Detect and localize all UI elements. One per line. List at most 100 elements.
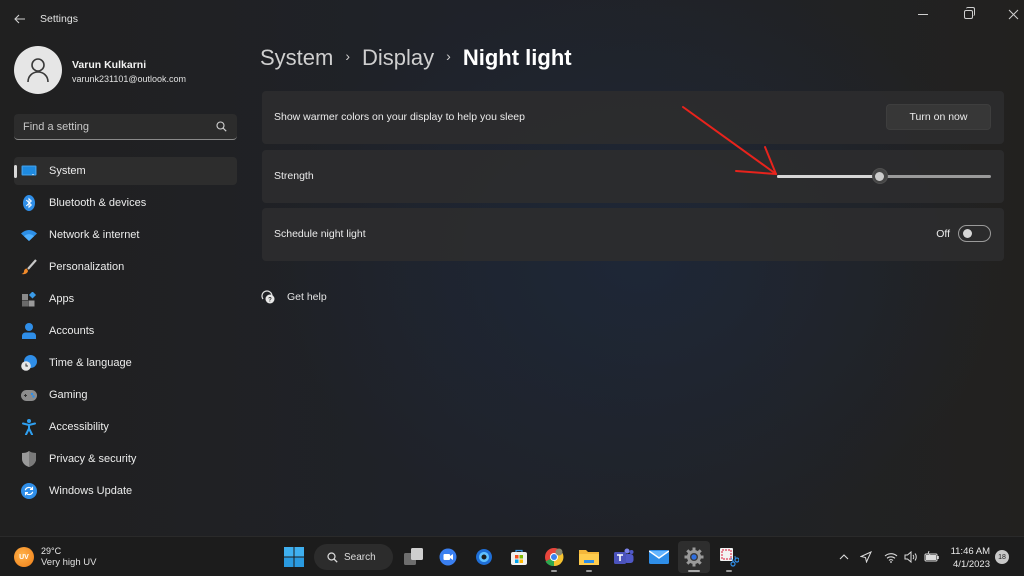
sidebar-item-accessibility[interactable]: Accessibility	[14, 413, 237, 441]
search-icon	[327, 551, 338, 563]
sidebar-item-gaming[interactable]: Gaming	[14, 381, 237, 409]
close-button[interactable]	[990, 0, 1024, 28]
teams-app[interactable]	[608, 541, 640, 573]
schedule-card: Schedule night light Off	[262, 208, 1004, 261]
chevron-up-icon	[839, 554, 849, 560]
notification-badge[interactable]: 18	[995, 550, 1009, 564]
sidebar-item-label: Apps	[49, 293, 75, 305]
sidebar-item-bluetooth[interactable]: Bluetooth & devices	[14, 189, 237, 217]
sidebar-item-label: System	[49, 165, 86, 177]
location-indicator[interactable]	[857, 537, 875, 576]
chevron-right-icon: ›	[446, 48, 451, 64]
search-icon[interactable]	[216, 121, 227, 132]
svg-text:?: ?	[268, 297, 272, 303]
close-icon	[1008, 9, 1018, 19]
battery-button[interactable]	[922, 537, 942, 576]
running-indicator	[586, 570, 592, 572]
task-view-icon	[404, 548, 423, 565]
sidebar-item-personalization[interactable]: Personalization	[14, 253, 237, 281]
clock-date: 4/1/2023	[953, 559, 990, 570]
show-hidden-icons-button[interactable]	[836, 537, 852, 576]
copilot-app[interactable]	[468, 541, 500, 573]
sidebar-item-label: Time & language	[49, 357, 132, 369]
sidebar-item-system[interactable]: System	[14, 157, 237, 185]
find-setting-search[interactable]	[14, 114, 237, 140]
copilot-icon	[476, 549, 493, 565]
weather-temp: 29°C	[41, 546, 62, 556]
chrome-app[interactable]	[538, 541, 570, 573]
breadcrumb: System › Display › Night light	[260, 45, 572, 71]
clock-globe-icon	[21, 355, 37, 371]
strength-slider[interactable]	[777, 168, 991, 184]
person-icon	[21, 323, 37, 339]
start-button[interactable]	[278, 541, 310, 573]
windows-icon	[284, 547, 304, 567]
volume-button[interactable]	[902, 537, 920, 576]
chevron-right-icon: ›	[345, 48, 351, 64]
sidebar-item-privacy-security[interactable]: Privacy & security	[14, 445, 237, 473]
active-indicator	[688, 570, 700, 572]
search-input[interactable]	[14, 114, 237, 139]
breadcrumb-system[interactable]: System	[260, 45, 333, 71]
back-arrow-icon	[14, 14, 25, 24]
gamepad-icon	[21, 387, 37, 403]
restore-button[interactable]	[945, 0, 991, 28]
accessibility-icon	[21, 419, 37, 435]
search-label: Search	[344, 551, 376, 563]
user-email: varunk231101@outlook.com	[72, 74, 187, 84]
uv-sun-icon: UV	[14, 547, 34, 567]
schedule-toggle[interactable]	[958, 225, 991, 242]
shield-icon	[21, 451, 37, 467]
store-app[interactable]	[503, 541, 535, 573]
mail-icon	[649, 550, 669, 564]
clock[interactable]: 11:46 AM 4/1/2023	[950, 545, 990, 571]
file-explorer-app[interactable]	[573, 541, 605, 573]
sidebar-item-network[interactable]: Network & internet	[14, 221, 237, 249]
night-light-description: Show warmer colors on your display to he…	[274, 111, 525, 123]
minimize-icon	[918, 13, 928, 15]
wifi-icon	[21, 227, 37, 243]
restore-icon	[963, 6, 975, 19]
teams-icon	[614, 548, 634, 564]
update-icon	[21, 483, 37, 499]
title-bar: Settings	[0, 0, 1024, 38]
wifi-icon	[884, 552, 898, 563]
taskbar-search[interactable]: Search	[314, 544, 393, 570]
slider-thumb[interactable]	[871, 168, 888, 184]
location-arrow-icon	[860, 551, 872, 563]
taskbar: UV 29°C Very high UV Search 11:46 AM 4/1…	[0, 536, 1024, 576]
running-indicator	[726, 570, 732, 572]
sidebar-item-accounts[interactable]: Accounts	[14, 317, 237, 345]
person-outline-icon	[27, 58, 49, 83]
sidebar-item-label: Privacy & security	[49, 453, 137, 465]
monitor-icon	[21, 163, 37, 179]
avatar[interactable]	[14, 46, 62, 94]
settings-app[interactable]	[678, 541, 710, 573]
breadcrumb-display[interactable]: Display	[362, 45, 434, 71]
task-view-button[interactable]	[398, 541, 430, 573]
sidebar-item-apps[interactable]: Apps	[14, 285, 237, 313]
strength-label: Strength	[274, 170, 314, 182]
snipping-tool-app[interactable]	[713, 541, 745, 573]
meet-app[interactable]	[432, 541, 464, 573]
network-button[interactable]	[882, 537, 900, 576]
folder-icon	[579, 550, 599, 565]
night-light-card: Show warmer colors on your display to he…	[262, 91, 1004, 144]
minimize-button[interactable]	[900, 0, 946, 28]
help-chat-icon: ?	[261, 290, 275, 304]
gear-icon	[684, 547, 704, 567]
sidebar-nav: System Bluetooth & devices Network & int…	[14, 157, 237, 509]
sidebar-item-label: Network & internet	[49, 229, 140, 241]
back-button[interactable]	[10, 9, 30, 29]
app-title: Settings	[40, 13, 78, 25]
turn-on-now-button[interactable]: Turn on now	[886, 104, 991, 130]
weather-widget[interactable]: UV 29°C Very high UV	[14, 545, 96, 569]
strength-card: Strength	[262, 150, 1004, 203]
mail-app[interactable]	[643, 541, 675, 573]
store-icon	[511, 549, 527, 565]
sidebar-item-label: Gaming	[49, 389, 88, 401]
sidebar-item-windows-update[interactable]: Windows Update	[14, 477, 237, 505]
get-help-link[interactable]: ? Get help	[260, 289, 327, 305]
sidebar-item-time-language[interactable]: Time & language	[14, 349, 237, 377]
active-indicator	[14, 165, 17, 178]
